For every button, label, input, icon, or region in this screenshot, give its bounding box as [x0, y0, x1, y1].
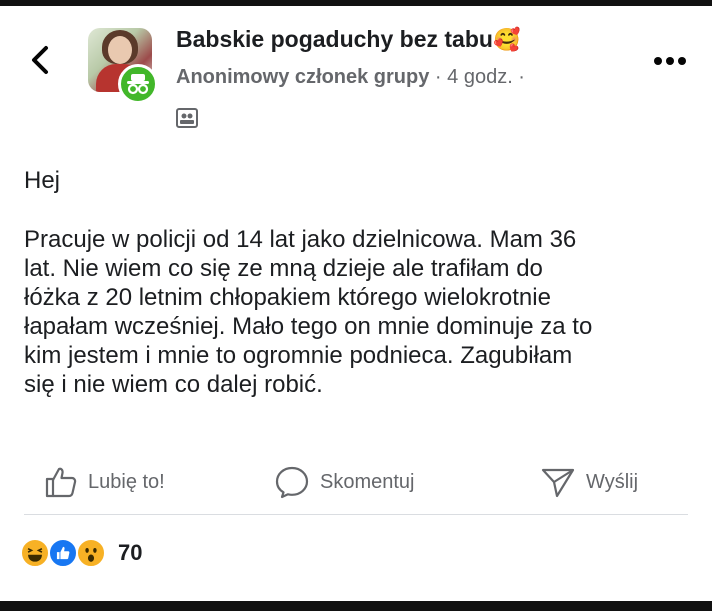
haha-icon [20, 538, 50, 568]
meta-separator: · [429, 66, 448, 88]
more-dots-icon [654, 57, 662, 65]
reaction-count: 70 [118, 540, 143, 565]
smiling-hearts-emoji: 🥰 [492, 27, 521, 52]
share-button[interactable]: Wyślij [540, 460, 638, 504]
chevron-left-icon [32, 46, 48, 74]
more-options-button[interactable] [654, 52, 692, 68]
like-button[interactable]: Lubię to! [44, 460, 165, 504]
post-greeting: Hej [24, 167, 61, 194]
post-line: Pracuje w policji od 14 lat jako dzielni… [24, 226, 577, 253]
thumbs-up-icon [45, 467, 77, 498]
comment-bubble-icon [275, 466, 309, 499]
top-border [0, 0, 712, 6]
comment-label: Skomentuj [320, 470, 415, 493]
post-line: łóżka z 20 letnim chłopakiem którego wie… [24, 284, 551, 311]
meta-separator-trailing: · [512, 66, 525, 88]
send-icon [541, 468, 575, 498]
bottom-border [0, 601, 712, 611]
anonymous-member-icon [118, 64, 158, 104]
post-paragraph: Pracuje w policji od 14 lat jako dzielni… [24, 225, 696, 399]
back-button[interactable] [24, 40, 58, 80]
share-label: Wyślij [586, 470, 639, 493]
post-line: się i nie wiem co dalej robić. [24, 371, 323, 398]
post-line: kim jestem i mnie to ogromnie podnieca. … [24, 342, 573, 369]
comment-button[interactable]: Skomentuj [274, 460, 415, 504]
post-time[interactable]: 4 godz. [447, 66, 513, 88]
post-meta: Anonimowy członek grupy · 4 godz. · [176, 66, 525, 89]
members-audience-icon [176, 108, 198, 128]
reactions-summary[interactable]: 70 [20, 536, 142, 570]
post-line: lat. Nie wiem co się ze mną dzieje ale t… [24, 255, 543, 282]
action-bar: Lubię to! Skomentuj Wyślij [0, 460, 712, 504]
group-name-text: Babskie pogaduchy bez tabu [176, 26, 493, 52]
group-avatar[interactable] [88, 28, 160, 104]
post-body: Hej Pracuje w policji od 14 lat jako dzi… [24, 166, 696, 429]
post-line: łapałam wcześniej. Mało tego on mnie dom… [24, 313, 593, 340]
post-header: Babskie pogaduchy bez tabu🥰 Anonimowy cz… [0, 18, 712, 138]
reaction-icons [20, 536, 116, 570]
like-icon [48, 538, 78, 568]
like-label: Lubię to! [88, 470, 165, 493]
wow-icon [76, 538, 106, 568]
author-name: Anonimowy członek grupy [176, 66, 430, 88]
divider [24, 514, 688, 515]
group-name[interactable]: Babskie pogaduchy bez tabu🥰 [176, 26, 520, 53]
